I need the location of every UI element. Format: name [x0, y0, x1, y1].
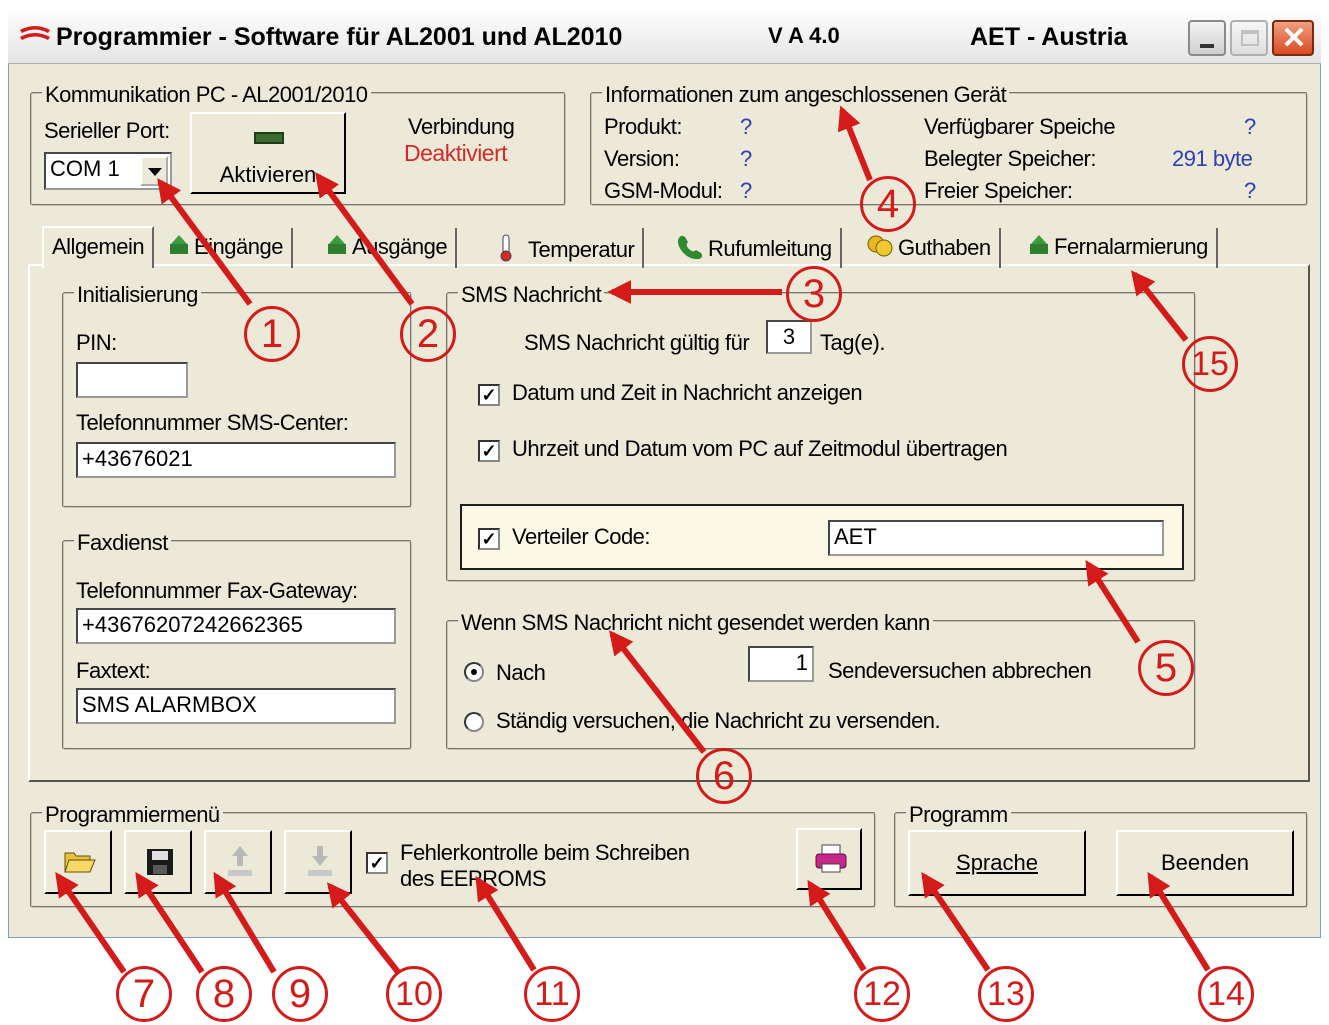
callout-2: 2	[400, 306, 456, 362]
callout-12: 12	[854, 966, 910, 1022]
callout-8: 8	[196, 966, 252, 1022]
callout-4: 4	[860, 176, 916, 232]
callout-7: 7	[116, 966, 172, 1022]
callout-3: 3	[786, 266, 842, 322]
callout-15: 15	[1182, 336, 1238, 392]
callout-11: 11	[524, 966, 580, 1022]
callout-14: 14	[1198, 966, 1254, 1022]
callout-5: 5	[1138, 640, 1194, 696]
callout-10: 10	[386, 966, 442, 1022]
annotation-arrows	[55, 105, 1211, 974]
callout-13: 13	[978, 966, 1034, 1022]
callout-9: 9	[272, 966, 328, 1022]
callout-6: 6	[696, 748, 752, 804]
callout-1: 1	[244, 306, 300, 362]
